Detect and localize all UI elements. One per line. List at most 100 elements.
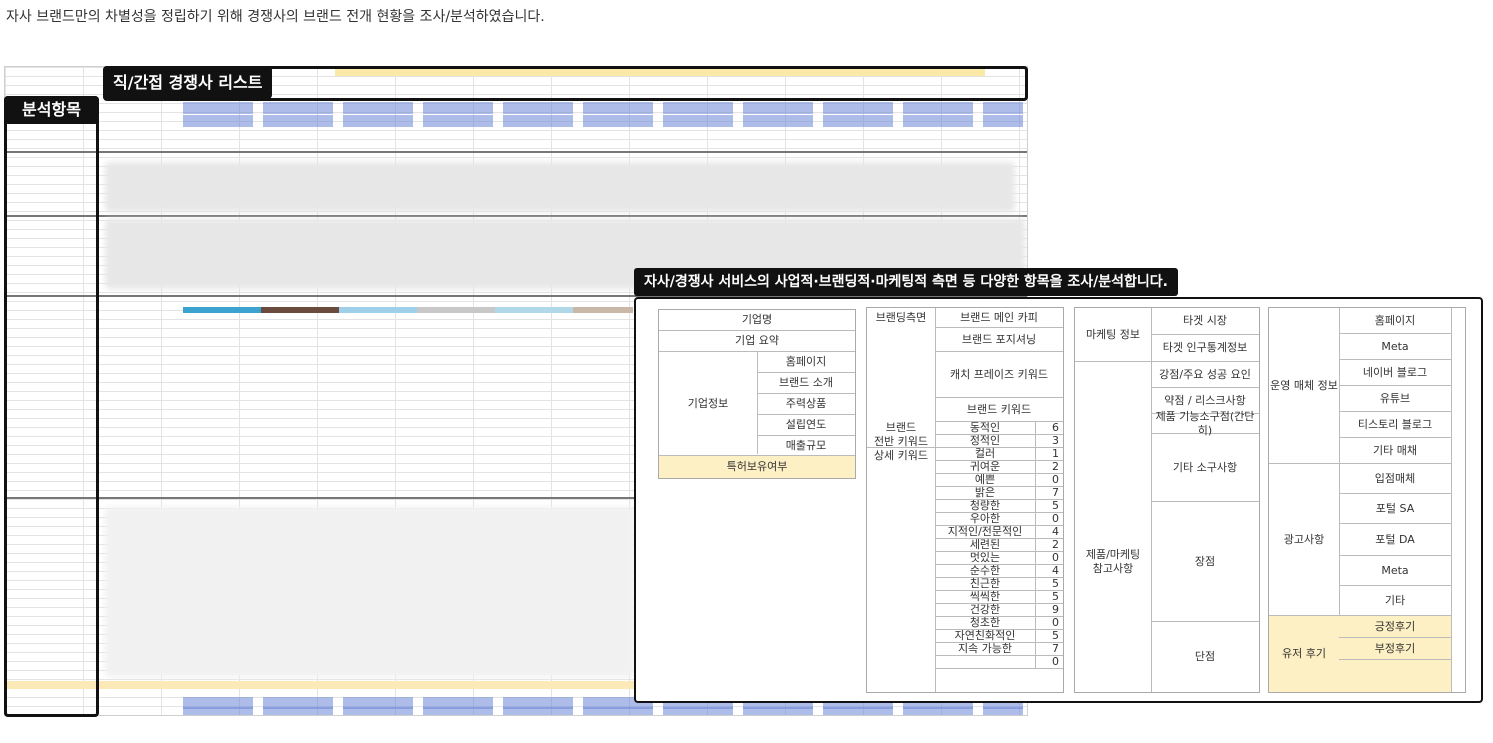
row-target-market: 타겟 시장 [1151,308,1259,335]
sheet-divider [5,151,1027,153]
sheet-color-swatch [417,307,495,313]
sheet-color-swatch [339,307,417,313]
keyword-count: 7 [1035,486,1063,500]
row-cons: 단점 [1194,650,1216,664]
media-group: 운영 매체 정보 [1269,308,1339,464]
row-catchphrase: 캐치 프레이즈 키워드 [935,352,1063,398]
marketing-group: 마케팅 정보 [1075,308,1151,362]
keyword-count: 0 [1035,616,1063,630]
keyword-name: 친근한 [935,577,1035,591]
row-brand-intro: 브랜드 소개 [757,373,855,394]
branding-table: 브랜딩측면 브랜드 메인 카피 브랜드 포지셔닝 캐치 프레이즈 키워드 브랜드… [866,307,1064,693]
keyword-name: 예쁜 [935,473,1035,487]
keyword-name: 지속 가능한 [935,642,1035,656]
row-target-demographics: 타겟 인구통계정보 [1151,335,1259,362]
brand-keyword-group: 브랜드 전반 키워드 [867,421,935,448]
sheet-blurred-block [105,162,1015,212]
row-media-other: 기타 매채 [1339,438,1451,464]
keyword-count: 0 [1035,551,1063,565]
row-homepage: 홈페이지 [757,352,855,373]
divider [1451,308,1452,692]
keyword-count: 0 [1035,655,1063,669]
row-company-name: 기업명 [659,310,855,331]
row-media-meta: Meta [1339,334,1451,360]
row-founded: 설립연도 [757,415,855,436]
keyword-name: 멋있는 [935,551,1035,565]
sheet-color-swatch [183,307,261,313]
keyword-count: 5 [1035,629,1063,643]
marketing-table: 마케팅 정보 타겟 시장 타겟 인구통계정보 강점/주요 성공 요인 약점 / … [1074,307,1260,693]
row-main-copy: 브랜드 메인 카피 [935,308,1063,328]
keyword-count: 3 [1035,434,1063,448]
row-ad-other: 기타 [1339,586,1451,616]
keyword-name [935,656,1035,669]
keyword-count: 4 [1035,525,1063,539]
keyword-name: 청량한 [935,499,1035,513]
company-info-group: 기업정보 [659,352,757,456]
keyword-name: 씩씩한 [935,590,1035,604]
row-ad-sa: 포털 SA [1339,494,1451,524]
keyword-name: 지적인/전문적인 [935,525,1035,539]
keyword-name: 밝은 [935,486,1035,500]
row-review-blank [1339,660,1451,692]
media-table: 운영 매체 정보 홈페이지 Meta 네이버 블로그 유튜브 티스토리 블로그 … [1268,307,1466,693]
keyword-count: 2 [1035,538,1063,552]
branding-group: 브랜딩측면 [875,311,927,325]
sheet-color-swatch [573,307,633,313]
intro-text: 자사 브랜드만의 차별성을 정립하기 위해 경쟁사의 브랜드 전개 현황을 조사… [6,9,545,25]
sheet-color-swatch [495,307,573,313]
keyword-name: 정적인 [935,434,1035,448]
row-company-summary: 기업 요약 [659,331,855,352]
row-ad-da: 포털 DA [1339,524,1451,556]
keyword-count: 0 [1035,473,1063,487]
competitor-list-label: 직/간접 경쟁사 리스트 [103,66,273,99]
keyword-count: 5 [1035,499,1063,513]
row-revenue: 매출규모 [757,436,855,456]
row-main-product: 주력상품 [757,394,855,415]
keyword-name: 컬러 [935,447,1035,461]
reference-group: 제품/마케팅 참고사항 [1085,548,1141,575]
row-positive-review: 긍정후기 [1339,616,1451,638]
keyword-name: 우아한 [935,512,1035,526]
row-ad-channel: 입점매체 [1339,464,1451,494]
row-media-homepage: 홈페이지 [1339,308,1451,334]
analysis-detail-panel: 기업명 기업 요약 기업정보 홈페이지 브랜드 소개 주력상품 설립연도 매출규… [634,297,1483,703]
row-other-appeal: 기타 소구사항 [1151,434,1259,502]
row-negative-review: 부정후기 [1339,638,1451,660]
analysis-items-frame [4,96,99,717]
keyword-count: 1 [1035,447,1063,461]
row-positioning: 브랜드 포지셔닝 [935,328,1063,352]
keyword-name: 청초한 [935,616,1035,630]
sheet-link-row [183,102,1023,114]
row-ad-meta: Meta [1339,556,1451,586]
keyword-name: 동적인 [935,421,1035,435]
detail-keyword-group: 상세 키워드 [873,449,929,463]
row-features: 제품 기능소구점(간단히) [1151,410,1259,437]
keyword-count: 5 [1035,577,1063,591]
row-strengths: 강점/주요 성공 요인 [1151,362,1259,388]
keyword-name: 순수한 [935,564,1035,578]
row-pros: 장점 [1151,502,1259,622]
keyword-count: 6 [1035,421,1063,435]
keyword-count: 7 [1035,642,1063,656]
review-group: 유저 후기 [1269,616,1339,692]
keyword-name: 건강한 [935,603,1035,617]
sheet-link-row [183,707,1023,715]
keyword-name: 자연친화적인 [935,629,1035,643]
keyword-name: 세련된 [935,538,1035,552]
row-brand-keyword: 브랜드 키워드 [935,398,1063,422]
callout-label: 자사/경쟁사 서비스의 사업적·브랜딩적·마케팅적 측면 등 다양한 항목을 조… [634,268,1178,296]
row-patent: 특허보유여부 [659,456,855,478]
keyword-name: 귀여운 [935,460,1035,474]
analysis-items-label: 분석항목 [4,96,99,124]
keyword-count: 9 [1035,603,1063,617]
row-media-tistory: 티스토리 블로그 [1339,412,1451,438]
sheet-divider [5,215,1027,217]
row-media-youtube: 유튜브 [1339,386,1451,412]
keyword-count: 2 [1035,460,1063,474]
sheet-color-swatch [261,307,339,313]
ad-group: 광고사항 [1269,464,1339,616]
company-info-table: 기업명 기업 요약 기업정보 홈페이지 브랜드 소개 주력상품 설립연도 매출규… [658,309,856,479]
keyword-count: 0 [1035,512,1063,526]
sheet-blurred-block [105,507,635,677]
